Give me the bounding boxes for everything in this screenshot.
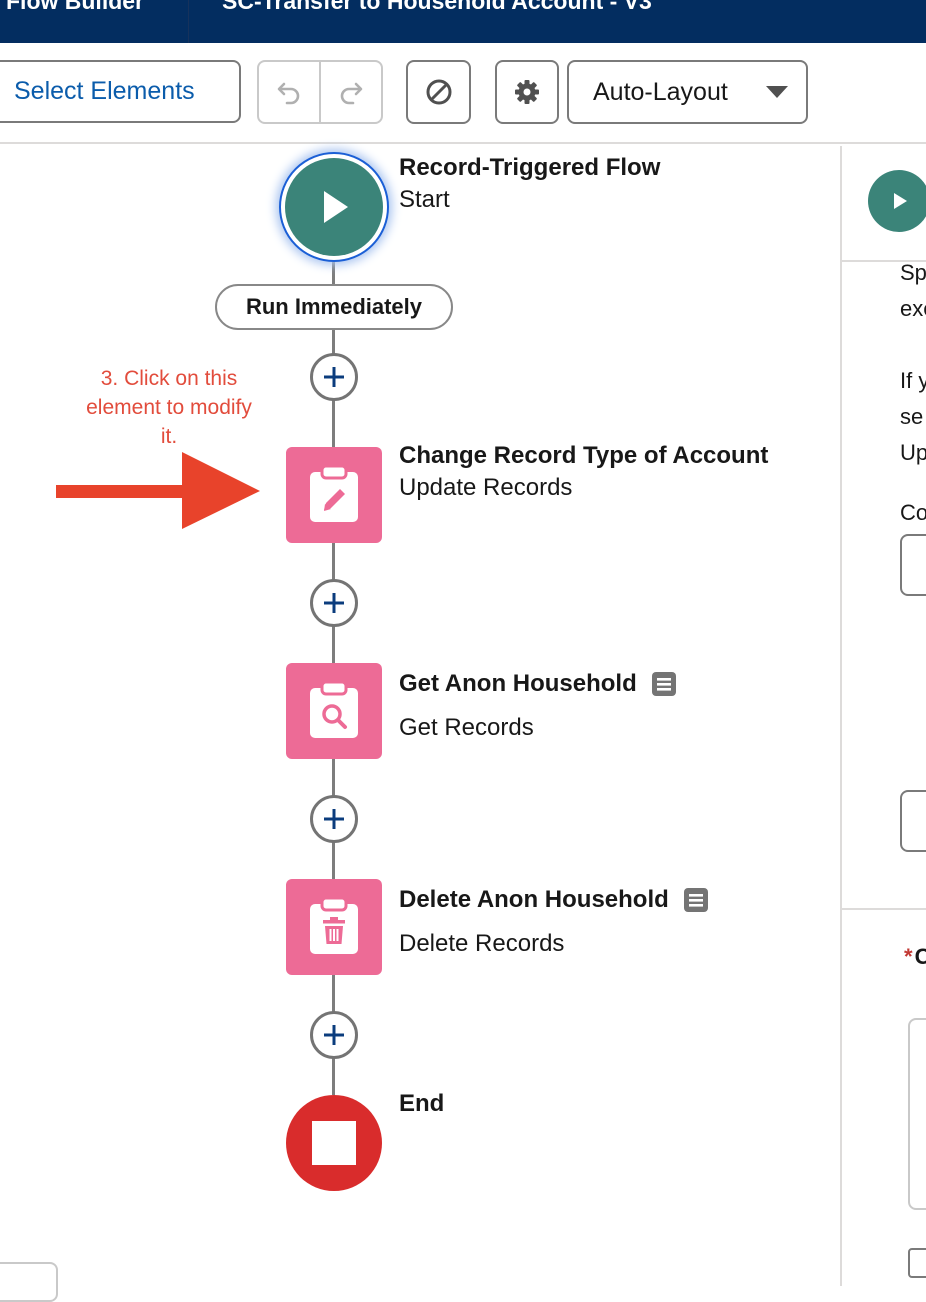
annotation-line: 3. Click on this — [100, 367, 238, 390]
connector — [332, 543, 335, 580]
start-title-text: Record-Triggered Flow — [399, 154, 661, 181]
panel-field-label: Co — [900, 500, 926, 525]
zoom-control[interactable] — [0, 1262, 58, 1302]
panel-text: Sp — [900, 260, 926, 285]
panel-text: se — [900, 404, 924, 429]
start-node-inner — [285, 158, 383, 256]
description-icon[interactable] — [651, 671, 677, 697]
edit-icon — [310, 464, 358, 522]
undo-button[interactable] — [259, 62, 319, 122]
get-records-element[interactable] — [286, 663, 382, 759]
element-subtitle: Delete Records — [399, 930, 565, 957]
panel-button[interactable] — [900, 790, 926, 852]
add-element-button[interactable] — [310, 353, 358, 401]
required-field-label: *C — [904, 944, 926, 970]
debug-button[interactable] — [406, 60, 471, 124]
properties-panel: Sp exe If y se Up Co *C — [840, 146, 926, 1286]
layout-select[interactable]: Auto-Layout — [567, 60, 808, 124]
add-element-button[interactable] — [310, 1011, 358, 1059]
annotation-line: element to modify — [86, 396, 252, 419]
add-element-button[interactable] — [310, 579, 358, 627]
toolbar: Select Elements Auto-Layout — [0, 43, 926, 144]
annotation-arrow — [56, 452, 260, 529]
connector — [332, 1058, 335, 1095]
start-node[interactable] — [279, 152, 389, 262]
cancel-circle-icon — [426, 79, 451, 105]
select-elements-button[interactable]: Select Elements — [0, 60, 241, 123]
undo-icon — [277, 82, 300, 105]
connector — [332, 330, 335, 354]
start-node-subtitle: Start — [399, 186, 450, 213]
panel-divider — [842, 908, 926, 910]
annotation-line: it. — [160, 425, 178, 448]
connector — [332, 399, 335, 447]
app-header: Flow Builder SC-Transfer to Household Ac… — [0, 0, 926, 43]
chevron-down-icon — [766, 86, 788, 98]
path-label-pill[interactable]: Run Immediately — [215, 284, 453, 330]
panel-checkbox[interactable] — [908, 1248, 926, 1278]
panel-header — [842, 146, 926, 262]
element-title: Delete Anon Household — [399, 886, 709, 914]
panel-text: If y — [900, 368, 926, 393]
connector — [332, 262, 335, 284]
element-title: Change Record Type of Account — [399, 442, 768, 470]
stop-icon — [312, 1121, 356, 1165]
flow-title: SC-Transfer to Household Account - V3 — [222, 0, 652, 14]
plus-icon — [324, 809, 344, 829]
start-node-title: Record-Triggered Flow — [399, 154, 660, 182]
redo-icon — [340, 82, 363, 105]
app-title: Flow Builder — [6, 0, 144, 14]
connector — [332, 842, 335, 879]
layout-select-value: Auto-Layout — [593, 77, 728, 106]
search-icon — [310, 680, 358, 738]
instruction-annotation: 3. Click on this element to modify it. — [62, 364, 276, 451]
trash-icon — [310, 896, 358, 954]
plus-icon — [324, 367, 344, 387]
element-subtitle: Update Records — [399, 474, 573, 501]
play-icon — [868, 170, 926, 232]
settings-button[interactable] — [495, 60, 559, 124]
connector — [332, 759, 335, 796]
element-title-text: Delete Anon Household — [399, 886, 669, 913]
panel-text: exe — [900, 296, 926, 321]
plus-icon — [324, 593, 344, 613]
element-subtitle: Get Records — [399, 714, 534, 741]
connector — [332, 626, 335, 663]
panel-select[interactable] — [900, 534, 926, 596]
update-records-element[interactable] — [286, 447, 382, 543]
end-title-text: End — [399, 1090, 445, 1117]
play-icon — [324, 191, 348, 223]
element-title: Get Anon Household — [399, 670, 677, 698]
add-element-button[interactable] — [310, 795, 358, 843]
end-node-title: End — [399, 1090, 444, 1118]
required-label-text: C — [915, 944, 926, 969]
gear-icon — [515, 80, 539, 104]
description-icon[interactable] — [683, 887, 709, 913]
header-divider — [188, 0, 189, 43]
required-star: * — [904, 944, 913, 969]
panel-text: Up — [900, 440, 926, 465]
end-node[interactable] — [286, 1095, 382, 1191]
redo-button[interactable] — [319, 62, 381, 122]
undo-redo-group — [257, 60, 383, 124]
panel-textarea[interactable] — [908, 1018, 926, 1210]
delete-records-element[interactable] — [286, 879, 382, 975]
plus-icon — [324, 1025, 344, 1045]
element-title-text: Change Record Type of Account — [399, 442, 769, 469]
connector — [332, 975, 335, 1012]
element-title-text: Get Anon Household — [399, 670, 637, 697]
